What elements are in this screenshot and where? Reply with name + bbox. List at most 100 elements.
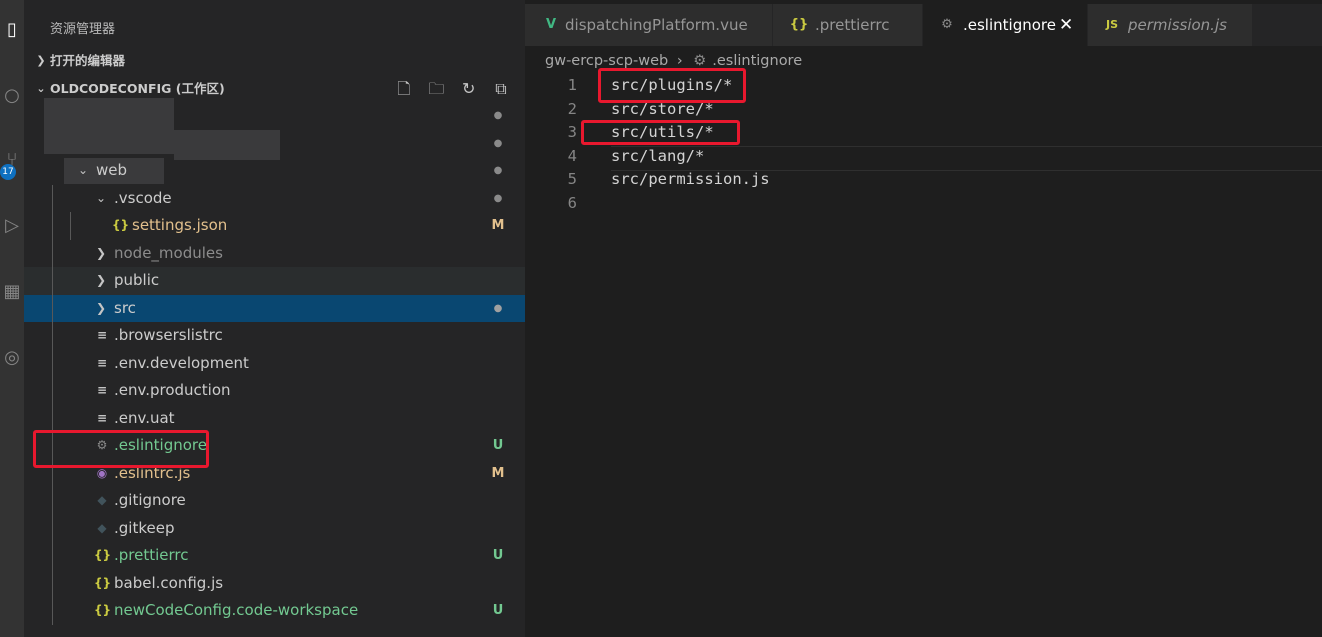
- tree-item-label: settings.json: [132, 216, 228, 234]
- tree-item-label: .env.development: [114, 353, 249, 372]
- tree-item-label: .gitkeep: [114, 518, 175, 537]
- chevron-down-icon: ⌄: [77, 163, 89, 177]
- indent-guide: [52, 349, 53, 377]
- tab-permission-js[interactable]: JS permission.js: [1088, 4, 1253, 46]
- tab-label: .eslintignore: [963, 16, 1056, 34]
- line-text: src/permission.js: [611, 170, 770, 188]
- highlight-box: [33, 430, 209, 468]
- gear-icon: ⚙: [693, 53, 707, 69]
- chevron-down-icon: ⌄: [95, 190, 107, 205]
- highlight-box: [581, 120, 740, 145]
- tree-item-label: .prettierrc: [114, 546, 189, 564]
- indent-guide: [52, 377, 53, 405]
- vue-icon: V: [545, 17, 557, 32]
- tree-item-label: .gitignore: [114, 491, 186, 509]
- tree-item[interactable]: {} babel.config.js: [24, 569, 525, 597]
- explorer-sidebar: 资源管理器 ❯ 打开的编辑器 ⌄ OLDCODECONFIG (工作区) 🗋 🗀…: [24, 0, 525, 637]
- json-braces-icon: {}: [94, 603, 112, 617]
- tab-prettierrc[interactable]: {} .prettierrc: [773, 4, 923, 46]
- chevron-right-icon: ❯: [95, 245, 107, 260]
- git-status-badge: U: [492, 438, 504, 453]
- tree-item[interactable]: ◆ .gitignore: [24, 487, 525, 515]
- json-braces-icon: {}: [94, 548, 112, 562]
- text-file-icon: ≡: [96, 410, 108, 425]
- explorer-icon[interactable]: ▯: [0, 18, 24, 42]
- indent-guide: [52, 597, 53, 625]
- modified-dot-badge: ●: [493, 165, 503, 176]
- tree-item-label: .env.production: [114, 381, 231, 399]
- json-braces-icon: {}: [112, 218, 130, 232]
- code-line[interactable]: 5 src/permission.js: [525, 168, 1322, 192]
- source-control-badge: 17: [0, 164, 16, 180]
- tree-item-label: node_modules: [114, 243, 223, 262]
- collapse-all-icon[interactable]: ⧉: [487, 76, 515, 102]
- modified-dot-badge: ●: [493, 192, 503, 204]
- line-number: 4: [567, 146, 577, 165]
- tree-item[interactable]: ●: [24, 102, 525, 130]
- extensions-icon[interactable]: ▦: [0, 280, 24, 304]
- tab-dispatching-platform[interactable]: V dispatchingPlatform.vue: [525, 4, 773, 46]
- tree-item[interactable]: ●: [24, 130, 525, 158]
- tree-item-label: web: [96, 161, 128, 179]
- activity-bar: ▯ ○ ⑂ 17 ▷ ▦ ◎: [0, 0, 24, 637]
- remote-icon[interactable]: ◎: [0, 346, 24, 370]
- code-line[interactable]: 4 src/lang/*: [525, 145, 1322, 169]
- explorer-title: 资源管理器: [50, 22, 116, 37]
- code-line[interactable]: 6: [525, 192, 1322, 216]
- indent-guide: [52, 404, 53, 432]
- breadcrumb-folder[interactable]: gw-ercp-scp-web: [545, 53, 668, 69]
- tree-item[interactable]: ≡ .env.development: [24, 349, 525, 377]
- indent-guide: [52, 184, 53, 212]
- tree-item[interactable]: {} newCodeConfig.code-workspace U: [24, 597, 525, 625]
- editor-area: V dispatchingPlatform.vue {} .prettierrc…: [525, 0, 1322, 637]
- tree-item[interactable]: ≡ .browserslistrc: [24, 322, 525, 350]
- chevron-right-icon: ❯: [36, 54, 46, 67]
- new-file-icon[interactable]: 🗋: [390, 76, 418, 102]
- tree-item[interactable]: ❯ public: [24, 267, 525, 295]
- tree-item[interactable]: ❯ node_modules: [24, 239, 525, 267]
- open-editors-label: 打开的编辑器: [50, 53, 126, 68]
- tab-eslintignore[interactable]: ⚙ .eslintignore ✕: [923, 4, 1088, 46]
- line-number: 5: [567, 170, 577, 188]
- indent-guide: [52, 322, 53, 350]
- run-debug-icon[interactable]: ▷: [0, 214, 24, 238]
- git-status-badge: U: [492, 548, 504, 563]
- workspace-actions: 🗋 🗀 ↻ ⧉: [390, 76, 515, 102]
- breadcrumb-file[interactable]: .eslintignore: [712, 53, 802, 69]
- modified-dot-badge: ●: [493, 302, 503, 314]
- tree-item-label: .browserslistrc: [114, 326, 223, 344]
- tree-item[interactable]: {} settings.json M: [24, 212, 525, 240]
- indent-guide: [52, 212, 53, 240]
- tree-item[interactable]: ⌄ .vscode ●: [24, 184, 525, 212]
- indent-guide: [52, 542, 53, 570]
- tree-item[interactable]: ◆ .gitkeep: [24, 514, 525, 542]
- chevron-right-icon: ❯: [95, 273, 107, 287]
- new-folder-icon[interactable]: 🗀: [422, 76, 450, 102]
- tree-item-label: .env.uat: [114, 408, 175, 427]
- tree-item[interactable]: ≡ .env.uat: [24, 404, 525, 432]
- line-number: 6: [567, 193, 577, 212]
- modified-dot-badge: ●: [493, 137, 503, 149]
- refresh-icon[interactable]: ↻: [455, 76, 483, 102]
- tree-item-label: .vscode: [114, 188, 172, 207]
- close-icon[interactable]: ✕: [1059, 4, 1073, 46]
- search-icon[interactable]: ○: [0, 84, 24, 108]
- tree-item[interactable]: {} .prettierrc U: [24, 542, 525, 570]
- git-status-badge: U: [492, 603, 504, 618]
- indent-guide: [52, 569, 53, 597]
- tree-item[interactable]: ⌄ web ●: [24, 157, 525, 185]
- tree-item[interactable]: ❯ src ●: [24, 294, 525, 322]
- indent-guide: [52, 294, 53, 322]
- file-tree: ● ● ⌄ web ● ⌄ .vscode ●{} settings.json M ❯ node_mo…: [24, 102, 525, 625]
- line-number: 1: [567, 76, 577, 94]
- tree-item[interactable]: ≡ .env.production: [24, 377, 525, 405]
- open-editors-section[interactable]: ❯ 打开的编辑器: [24, 48, 525, 74]
- tab-label: permission.js: [1128, 16, 1227, 34]
- babel-icon: {}: [94, 575, 112, 590]
- tree-item-label: public: [114, 271, 160, 289]
- tree-item-label: src: [114, 298, 136, 317]
- indent-guide: [52, 487, 53, 515]
- text-file-icon: ≡: [96, 383, 108, 397]
- git-status-badge: M: [491, 218, 505, 233]
- line-text: src/lang/*: [611, 146, 705, 165]
